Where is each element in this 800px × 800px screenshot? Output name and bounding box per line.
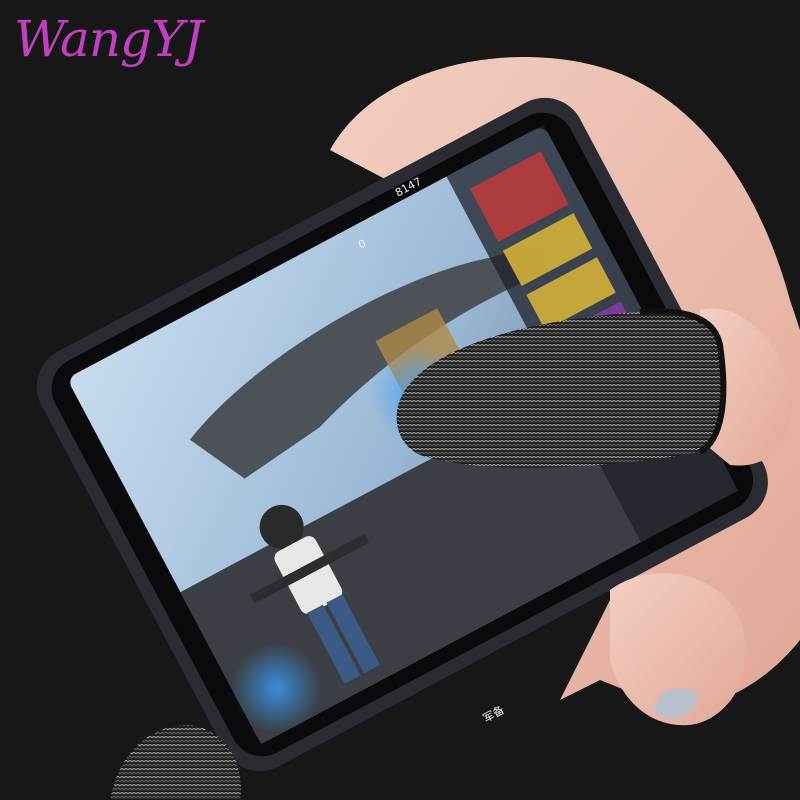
- photo-scene: [0, 0, 800, 800]
- product-photo: WangYJ 8147 0 军备: [0, 0, 800, 800]
- brand-logo-text: WangYJ: [14, 10, 203, 68]
- brand-logo: WangYJ: [14, 14, 203, 64]
